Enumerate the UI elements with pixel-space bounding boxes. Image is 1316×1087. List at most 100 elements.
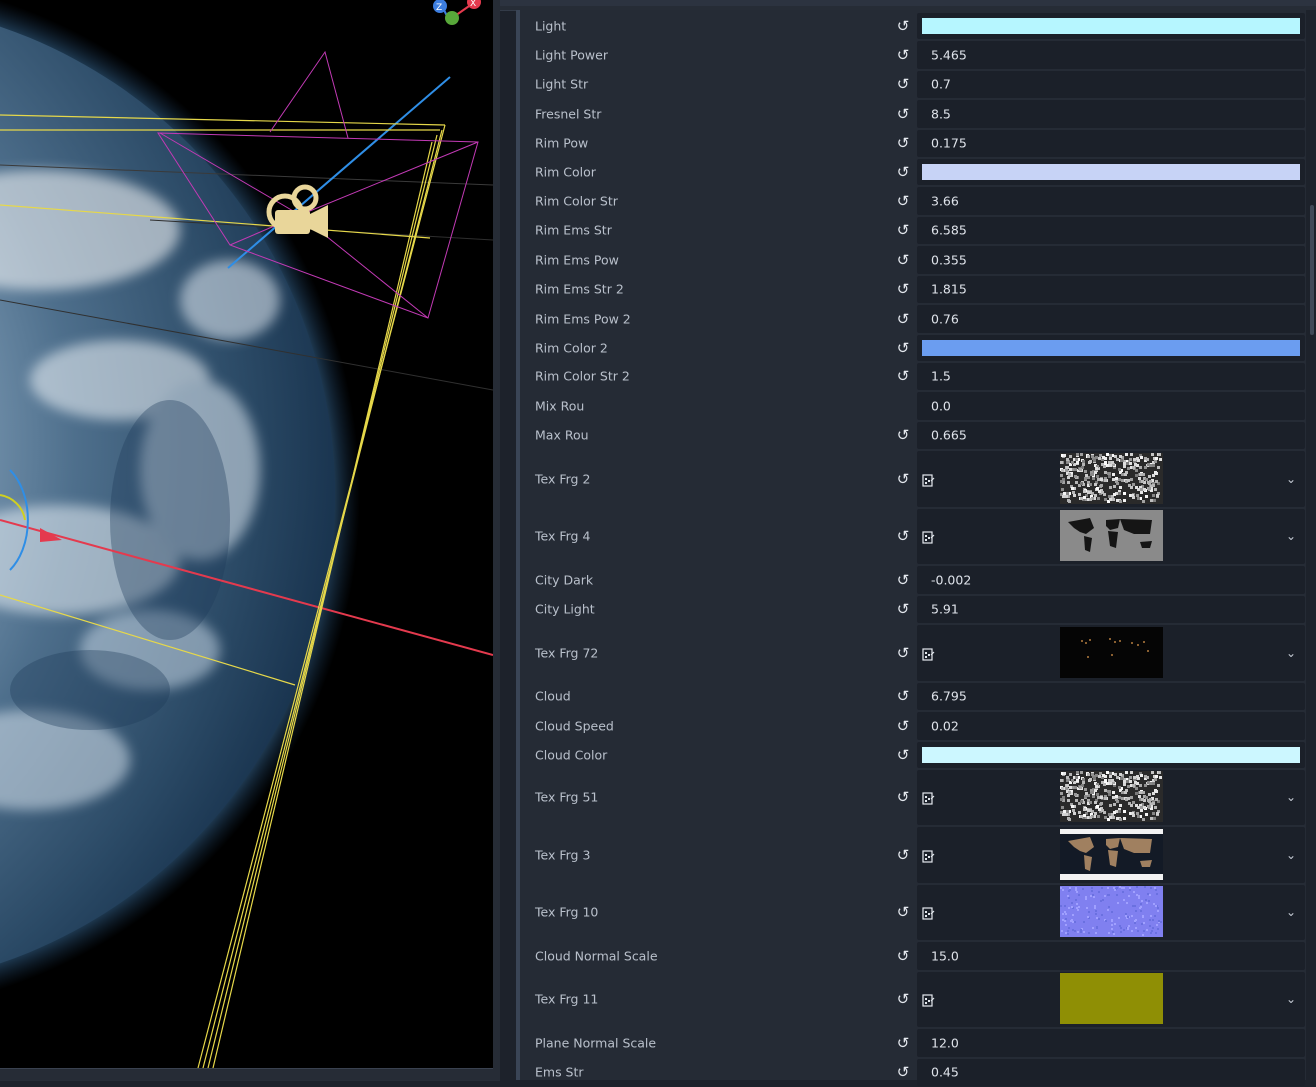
revert-icon[interactable]: ↺ <box>895 281 911 297</box>
texture-file-icon <box>922 905 935 918</box>
revert-icon[interactable]: ↺ <box>895 1035 911 1051</box>
property-label: Tex Frg 72 <box>535 645 598 660</box>
revert-icon[interactable]: ↺ <box>895 76 911 92</box>
texture-preview-thumbnail[interactable] <box>1060 510 1163 561</box>
revert-icon[interactable]: ↺ <box>895 948 911 964</box>
number-field[interactable]: 0.665 <box>917 422 1305 450</box>
number-field[interactable]: 1.5 <box>917 363 1305 391</box>
chevron-down-icon[interactable]: ⌄ <box>1286 472 1296 486</box>
revert-icon[interactable]: ↺ <box>895 368 911 384</box>
revert-icon[interactable]: ↺ <box>895 135 911 151</box>
number-field[interactable]: 0.45 <box>917 1059 1305 1087</box>
revert-icon[interactable]: ↺ <box>895 601 911 617</box>
revert-icon[interactable]: ↺ <box>895 688 911 704</box>
number-field[interactable]: 12.0 <box>917 1029 1305 1057</box>
chevron-down-icon[interactable]: ⌄ <box>1286 646 1296 660</box>
revert-icon[interactable]: ↺ <box>895 718 911 734</box>
revert-icon[interactable]: ↺ <box>895 311 911 327</box>
property-label: Light <box>535 19 566 34</box>
inspector-scrollbar[interactable] <box>1306 10 1316 1080</box>
property-label: Rim Ems Str 2 <box>535 282 624 297</box>
viewport-scene: Z X <box>0 0 493 1068</box>
number-value: 5.465 <box>931 47 967 62</box>
revert-icon[interactable]: ↺ <box>895 427 911 443</box>
number-field[interactable]: -0.002 <box>917 566 1305 594</box>
revert-icon[interactable]: ↺ <box>895 904 911 920</box>
property-label: Cloud Normal Scale <box>535 948 658 963</box>
revert-icon[interactable]: ↺ <box>895 572 911 588</box>
texture-resource-picker[interactable]: ⌄ <box>917 451 1305 507</box>
texture-preview-thumbnail[interactable] <box>1060 886 1163 937</box>
texture-resource-picker[interactable]: ⌄ <box>917 625 1305 681</box>
number-value: 1.5 <box>931 369 951 384</box>
texture-preview-thumbnail[interactable] <box>1060 771 1163 822</box>
number-value: 15.0 <box>931 948 959 963</box>
property-label: Rim Ems Str <box>535 223 612 238</box>
number-field[interactable]: 0.02 <box>917 712 1305 740</box>
chevron-down-icon[interactable]: ⌄ <box>1286 992 1296 1006</box>
property-label: Tex Frg 11 <box>535 992 598 1007</box>
property-label: Tex Frg 10 <box>535 905 598 920</box>
number-value: 0.45 <box>931 1065 959 1080</box>
revert-icon[interactable]: ↺ <box>895 252 911 268</box>
texture-resource-picker[interactable]: ⌄ <box>917 972 1305 1028</box>
property-ems-str: Ems Str↺0.45 <box>520 1058 1306 1087</box>
texture-preview-thumbnail[interactable] <box>1060 453 1163 504</box>
number-field[interactable]: 0.355 <box>917 246 1305 274</box>
revert-icon[interactable]: ↺ <box>895 340 911 356</box>
number-field[interactable]: 1.815 <box>917 276 1305 304</box>
revert-icon[interactable]: ↺ <box>895 164 911 180</box>
texture-resource-picker[interactable]: ⌄ <box>917 885 1305 941</box>
number-value: 8.5 <box>931 106 951 121</box>
revert-icon[interactable]: ↺ <box>895 222 911 238</box>
revert-icon[interactable]: ↺ <box>895 18 911 34</box>
number-field[interactable]: 6.585 <box>917 217 1305 245</box>
revert-icon[interactable]: ↺ <box>895 645 911 661</box>
number-field[interactable]: 6.795 <box>917 683 1305 711</box>
number-field[interactable]: 5.465 <box>917 41 1305 69</box>
property-rim-color-str-2: Rim Color Str 2↺1.5 <box>520 362 1306 392</box>
number-field[interactable]: 3.66 <box>917 187 1305 215</box>
revert-icon[interactable]: ↺ <box>895 747 911 763</box>
revert-icon[interactable]: ↺ <box>895 991 911 1007</box>
number-field[interactable]: 5.91 <box>917 596 1305 624</box>
texture-preview-thumbnail[interactable] <box>1060 829 1163 880</box>
texture-resource-picker[interactable]: ⌄ <box>917 770 1305 826</box>
revert-icon[interactable]: ↺ <box>895 47 911 63</box>
gizmo-z-label: Z <box>436 3 442 13</box>
chevron-down-icon[interactable]: ⌄ <box>1286 529 1296 543</box>
color-picker-button[interactable] <box>917 335 1305 361</box>
revert-icon[interactable]: ↺ <box>895 847 911 863</box>
property-cloud-color: Cloud Color↺ <box>520 741 1306 769</box>
scrollbar-thumb[interactable] <box>1310 205 1314 335</box>
color-picker-button[interactable] <box>917 159 1305 185</box>
revert-icon[interactable]: ↺ <box>895 471 911 487</box>
revert-icon[interactable]: ↺ <box>895 106 911 122</box>
chevron-down-icon[interactable]: ⌄ <box>1286 790 1296 804</box>
property-label: Rim Ems Pow <box>535 252 619 267</box>
revert-icon[interactable]: ↺ <box>895 789 911 805</box>
property-tex-frg-11: Tex Frg 11 ↺ ⌄ <box>520 971 1306 1029</box>
texture-preview-thumbnail[interactable] <box>1060 973 1163 1024</box>
property-plane-normal-scale: Plane Normal Scale↺12.0 <box>520 1028 1306 1058</box>
number-field[interactable]: 15.0 <box>917 942 1305 970</box>
number-field[interactable]: 0.7 <box>917 71 1305 99</box>
3d-viewport[interactable]: Z X <box>0 0 493 1068</box>
texture-preview-thumbnail[interactable] <box>1060 627 1163 678</box>
revert-icon[interactable]: ↺ <box>895 1064 911 1080</box>
color-picker-button[interactable] <box>917 742 1305 768</box>
color-picker-button[interactable] <box>917 13 1305 39</box>
texture-resource-picker[interactable]: ⌄ <box>917 509 1305 565</box>
texture-resource-picker[interactable]: ⌄ <box>917 827 1305 883</box>
number-field[interactable]: 0.175 <box>917 130 1305 158</box>
color-swatch <box>922 747 1300 763</box>
revert-icon[interactable]: ↺ <box>895 193 911 209</box>
number-field[interactable]: 0.0 <box>917 392 1305 420</box>
number-field[interactable]: 0.76 <box>917 305 1305 333</box>
property-tex-frg-4: Tex Frg 4↺⌄ <box>520 508 1306 566</box>
number-field[interactable]: 8.5 <box>917 100 1305 128</box>
revert-icon[interactable]: ↺ <box>895 528 911 544</box>
chevron-down-icon[interactable]: ⌄ <box>1286 905 1296 919</box>
chevron-down-icon[interactable]: ⌄ <box>1286 848 1296 862</box>
panel-splitter[interactable] <box>493 0 500 1080</box>
